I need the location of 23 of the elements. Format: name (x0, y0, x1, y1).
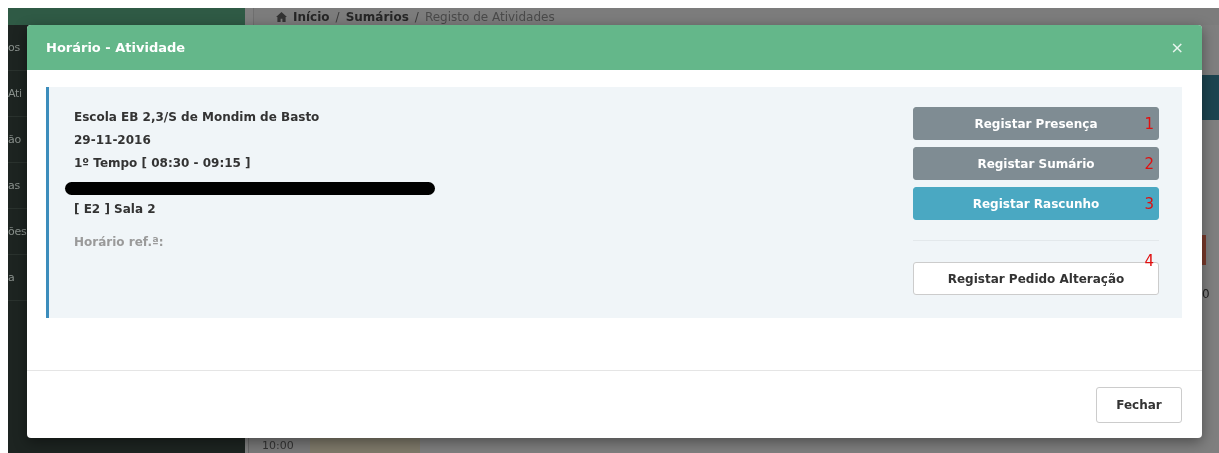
info-text: 1º Tempo [ 08:30 - 09:15 ] (74, 155, 252, 172)
info-label: Horário ref.ª: (74, 234, 165, 251)
info-text: [ E2 ] Sala 2 (74, 201, 157, 218)
info-text: Escola EB 2,3/S de Mondim de Basto (74, 109, 321, 126)
home-icon (276, 11, 287, 22)
sidebar-item[interactable]: ão (8, 133, 21, 146)
annotation-number: 3 (1144, 195, 1154, 213)
annotation-number: 2 (1144, 155, 1154, 173)
breadcrumb-separator: / (335, 9, 340, 24)
breadcrumb-link[interactable]: Início (293, 9, 330, 24)
breadcrumb-separator: / (414, 9, 419, 24)
info-text: 29-11-2016 (74, 132, 152, 149)
header-bar (1202, 75, 1219, 120)
close-button[interactable]: Fechar (1096, 386, 1182, 423)
table-header-text: 0 (1202, 287, 1211, 301)
sidebar-item[interactable]: a (8, 271, 15, 284)
sidebar-item[interactable]: os (8, 41, 20, 54)
modal-title: Horário - Atividade (46, 40, 186, 55)
sidebar-item[interactable]: as (8, 179, 20, 192)
breadcrumb-link[interactable]: Sumários (345, 9, 409, 24)
annotation-number: 1 (1144, 115, 1154, 133)
sidebar-item[interactable]: ões (8, 225, 27, 238)
sidebar-item[interactable]: Ati (8, 87, 22, 100)
